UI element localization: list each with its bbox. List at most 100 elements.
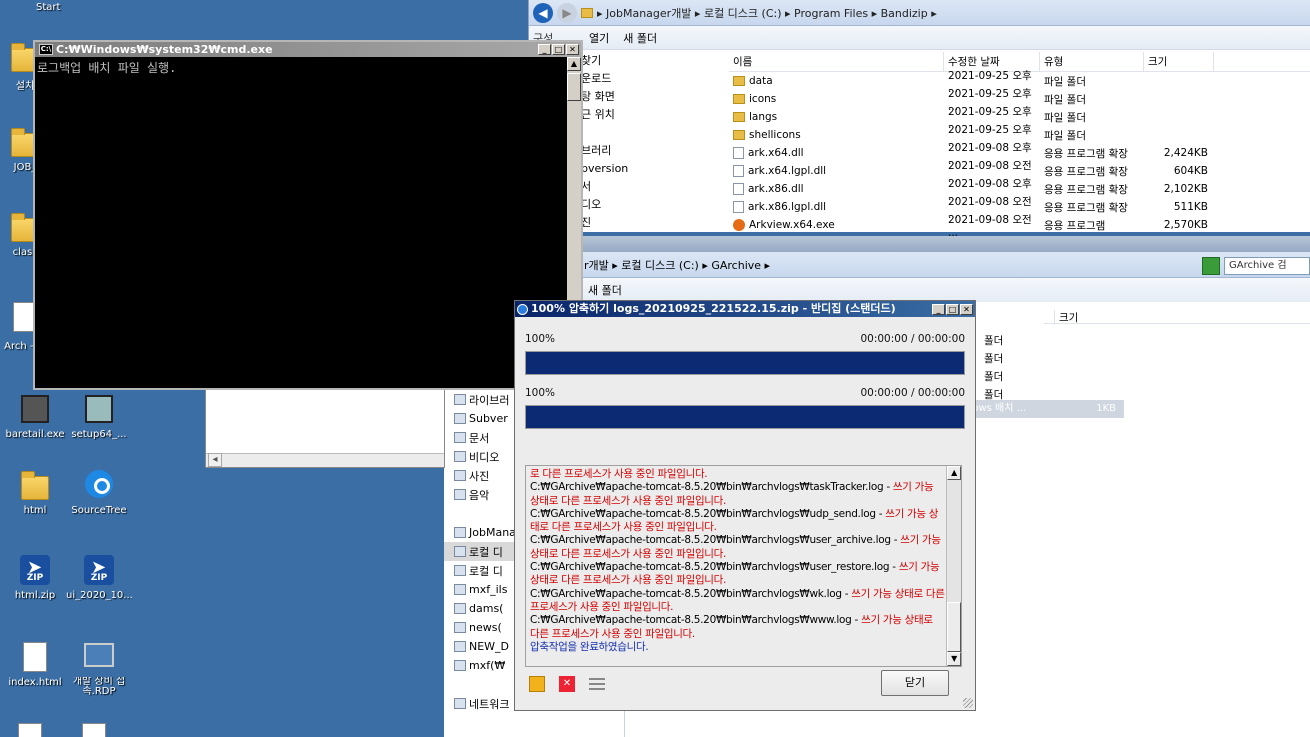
baretail-app-icon bbox=[21, 395, 49, 423]
column-headers: 크기 bbox=[1044, 308, 1310, 325]
desktop-icon-ui-zip[interactable]: ZIP ui_2020_10... bbox=[66, 545, 132, 601]
nav-item[interactable]: 브러리 bbox=[581, 142, 641, 160]
vertical-scrollbar[interactable]: ▲ ▼ bbox=[946, 466, 961, 666]
file-type: 파일 폴더 bbox=[1044, 93, 1086, 106]
nav-item[interactable]: 운로드 bbox=[581, 70, 641, 88]
drive-icon bbox=[454, 565, 466, 576]
column-header-size[interactable]: 크기 bbox=[1054, 310, 1114, 325]
nav-item[interactable]: 근 위치 bbox=[581, 106, 641, 124]
close-button[interactable]: 닫기 bbox=[881, 670, 949, 696]
folder-shortcut-icon bbox=[21, 471, 49, 500]
scroll-up-icon[interactable]: ▲ bbox=[567, 57, 581, 71]
file-name: ark.x86.dll bbox=[729, 183, 944, 195]
desktop-icon-setup64[interactable]: setup64_... bbox=[66, 392, 132, 440]
selected-list-item[interactable]: dows 배치 ... 1KB bbox=[964, 400, 1124, 418]
column-header-type[interactable]: 유형 bbox=[1040, 52, 1144, 71]
dll-file-icon bbox=[733, 165, 744, 177]
refresh-icon[interactable] bbox=[1202, 257, 1220, 275]
desktop-icon-rdp[interactable]: 개발 장비 접속.RDP bbox=[66, 640, 132, 697]
drive-icon bbox=[454, 660, 466, 671]
nav-item[interactable]: 찾기 bbox=[581, 52, 641, 70]
console-line: 로그백업 배치 파일 실행. bbox=[37, 61, 177, 75]
file-size: 604KB bbox=[1173, 165, 1208, 177]
log-path: C:₩GArchive₩apache-tomcat-8.5.20₩bin₩arc… bbox=[530, 507, 886, 520]
file-type: 응용 프로그램 확장 bbox=[1044, 165, 1128, 178]
file-name-text: langs bbox=[749, 111, 778, 123]
zip-archive-icon: ZIP bbox=[20, 545, 50, 591]
application-icon bbox=[733, 219, 745, 231]
forward-arrow-icon[interactable]: ▶ bbox=[557, 2, 577, 23]
search-input[interactable]: GArchive 검 bbox=[1224, 257, 1310, 275]
scroll-thumb[interactable] bbox=[947, 602, 961, 652]
desktop-icon-index-html[interactable]: index.html bbox=[2, 640, 68, 688]
new-folder-button[interactable]: 새 폴더 bbox=[623, 30, 657, 46]
file-name: ark.x86.lgpl.dll bbox=[729, 201, 944, 213]
column-header-size[interactable]: 크기 bbox=[1144, 52, 1214, 71]
zip-archive-icon: ZIP bbox=[84, 545, 114, 591]
file-name-text: ark.x64.dll bbox=[748, 147, 804, 159]
nav-item[interactable]: 서 bbox=[581, 178, 641, 196]
progress-percent: 100% bbox=[525, 387, 556, 399]
file-name-text: ark.x86.dll bbox=[748, 183, 804, 195]
resize-grip[interactable] bbox=[963, 698, 973, 708]
nav-item[interactable]: bversion bbox=[581, 160, 641, 178]
horizontal-scrollbar[interactable] bbox=[206, 453, 444, 467]
console-output[interactable]: 로그백업 배치 파일 실행. bbox=[35, 57, 567, 388]
scroll-down-icon[interactable]: ▼ bbox=[947, 652, 961, 666]
scroll-thumb[interactable] bbox=[567, 73, 581, 101]
desktop-icon-html-zip[interactable]: ZIP html.zip bbox=[2, 545, 68, 601]
minimize-icon[interactable]: _ bbox=[538, 44, 551, 55]
file-icon[interactable] bbox=[82, 723, 106, 737]
file-name: shellicons bbox=[729, 129, 944, 141]
close-icon[interactable]: ✕ bbox=[566, 44, 579, 55]
back-arrow-icon[interactable]: ◀ bbox=[533, 2, 553, 23]
progress-info: 100% 00:00:00 / 00:00:00 bbox=[525, 387, 965, 401]
minimize-icon[interactable]: _ bbox=[932, 303, 945, 315]
cmd-window: C:\ C:₩Windows₩system32₩cmd.exe _ □ ✕ 로그… bbox=[33, 40, 583, 390]
file-name-text: ark.x64.lgpl.dll bbox=[748, 165, 827, 177]
desktop-icon-html-folder[interactable]: html bbox=[2, 468, 68, 516]
html-file-icon bbox=[23, 642, 47, 672]
list-item[interactable]: 폴더 bbox=[984, 350, 1003, 368]
file-icon[interactable] bbox=[18, 723, 42, 737]
nav-item[interactable] bbox=[581, 124, 641, 142]
delete-original-icon[interactable]: ✕ bbox=[559, 676, 575, 692]
breadcrumb[interactable]: r개발 ▸ 로컬 디스크 (C:) ▸ GArchive ▸ bbox=[584, 257, 770, 273]
desktop-icon-baretail[interactable]: baretail.exe bbox=[2, 392, 68, 440]
file-type: 응용 프로그램 확장 bbox=[1044, 183, 1128, 196]
file-size: 511KB bbox=[1173, 201, 1208, 213]
open-button[interactable]: 열기 bbox=[589, 30, 609, 46]
progress-bar-file bbox=[525, 351, 965, 375]
maximize-icon[interactable]: □ bbox=[946, 303, 959, 315]
selected-item-size: 1KB bbox=[1096, 403, 1116, 414]
menu-icon[interactable] bbox=[589, 678, 605, 690]
log-output[interactable]: 로 다른 프로세스가 사용 중인 파일입니다. C:₩GArchive₩apach… bbox=[525, 465, 962, 667]
nav-tree-label: 비디오 bbox=[469, 450, 500, 464]
open-folder-icon[interactable] bbox=[529, 676, 545, 692]
drive-icon bbox=[454, 546, 466, 557]
desktop-icon-sourcetree[interactable]: SourceTree bbox=[66, 468, 132, 516]
title-bar: 100% 압축하기 logs_20210925_221522.15.zip - … bbox=[515, 301, 975, 317]
list-item[interactable]: 폴더 bbox=[984, 332, 1003, 350]
column-header-name[interactable]: 이름 bbox=[729, 52, 944, 71]
file-name: ark.x64.dll bbox=[729, 147, 944, 159]
scroll-up-icon[interactable]: ▲ bbox=[947, 466, 961, 480]
file-size: 2,424KB bbox=[1163, 147, 1208, 159]
file-name-text: data bbox=[749, 75, 773, 87]
nav-item[interactable]: 탕 화면 bbox=[581, 88, 641, 106]
close-icon[interactable]: ✕ bbox=[960, 303, 973, 315]
done-message: 압축작업을 완료하였습니다. bbox=[530, 640, 649, 653]
drive-icon bbox=[454, 432, 466, 443]
maximize-icon[interactable]: □ bbox=[552, 44, 565, 55]
file-type: 파일 폴더 bbox=[1044, 75, 1086, 88]
nav-item[interactable]: 디오 bbox=[581, 196, 641, 214]
log-line: C:₩GArchive₩apache-tomcat-8.5.20₩bin₩arc… bbox=[530, 481, 945, 508]
start-label: Start bbox=[36, 2, 61, 13]
list-item[interactable]: 폴더 bbox=[984, 368, 1003, 386]
new-folder-button[interactable]: 새 폴더 bbox=[588, 282, 622, 298]
nav-item[interactable]: 진 bbox=[581, 214, 641, 232]
file-rows: 폴더 폴더 폴더 폴더 bbox=[984, 332, 1003, 404]
breadcrumb[interactable]: ▸ JobManager개발 ▸ 로컬 디스크 (C:) ▸ Program F… bbox=[597, 5, 937, 21]
file-row[interactable]: Arkview.x64.exe 2021-09-08 오전 ... 응용 프로그램 2… bbox=[729, 214, 1310, 239]
bandizip-icon bbox=[517, 303, 528, 315]
